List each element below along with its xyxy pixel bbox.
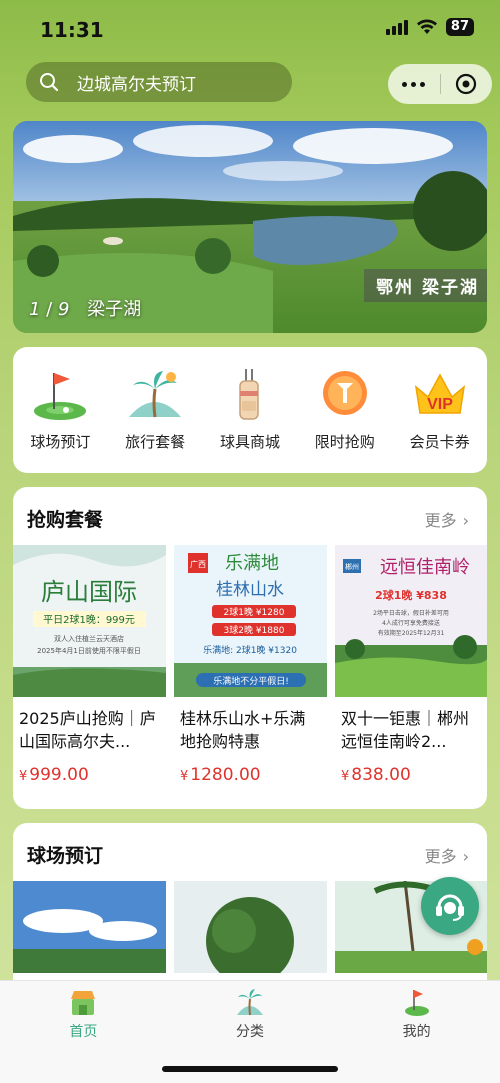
target-icon (456, 73, 477, 95)
status-icons: 87 (385, 18, 474, 36)
menu-item-travel-package[interactable]: 旅行套餐 (110, 367, 200, 452)
more-link[interactable]: 更多 › (425, 843, 469, 867)
image-line: 乐满地不分平假日! (213, 675, 289, 687)
tab-label: 分类 (235, 1024, 264, 1040)
product-image: 郴州 远恒佳南岭 2球1晚 ¥838 2场平日击球，假日补差可用 4人成行可享免… (335, 545, 487, 697)
menu-item-course-booking[interactable]: 球场预订 (15, 367, 105, 452)
product-price: ¥999.00 (19, 765, 160, 785)
currency-symbol: ¥ (341, 769, 350, 784)
golf-flag-icon (34, 373, 87, 420)
banner-total: 9 (57, 299, 70, 320)
price-value: 999.00 (29, 765, 89, 785)
product-title: 2025庐山抢购｜庐山国际高尔夫... (19, 709, 156, 751)
svg-text:VIP: VIP (427, 396, 453, 413)
image-badge: 广西 (190, 559, 206, 569)
product-card[interactable]: 庐山国际 平日2球1晚：999元 双人入住植兰云天酒店 2025年4月1日前使用… (13, 545, 166, 785)
image-line: 4人成行可享免费接送 (382, 619, 440, 627)
menu-item-equipment-mall[interactable]: 球具商城 (205, 367, 295, 452)
tab-profile[interactable]: 我的 (357, 987, 477, 1041)
search-icon (40, 73, 59, 92)
currency-symbol: ¥ (180, 769, 189, 784)
image-title: 乐满地 (225, 553, 279, 574)
palm-tree-icon (129, 371, 182, 418)
menu-label: 会员卡券 (409, 433, 470, 451)
more-label: 更多 (424, 847, 457, 866)
course-card[interactable] (13, 881, 166, 973)
tab-label: 我的 (402, 1024, 431, 1040)
image-offer: 乐满地: 2球1晚 ¥1320 (203, 644, 297, 656)
section-title: 抢购套餐 (27, 509, 104, 531)
banner-indicator: 1 / 9 梁子湖 (29, 299, 142, 320)
price-value: 1280.00 (190, 765, 261, 785)
more-label: 更多 (424, 511, 457, 530)
product-card[interactable]: 郴州 远恒佳南岭 2球1晚 ¥838 2场平日击球，假日补差可用 4人成行可享免… (335, 545, 487, 785)
battery-indicator: 87 (445, 18, 474, 36)
wifi-icon (416, 19, 437, 34)
golf-tee-icon (322, 371, 367, 415)
course-image (13, 881, 166, 973)
banner-carousel[interactable]: 1 / 9 梁子湖 鄂州 梁子湖 (13, 121, 487, 333)
image-line: 2025年4月1日前使用不限平假日 (37, 646, 141, 655)
product-title: 桂林乐山水+乐满地抢购特惠 (180, 709, 306, 751)
image-offer: 平日2球1晚：999元 (43, 613, 135, 626)
headset-icon (436, 894, 464, 921)
course-card[interactable] (174, 881, 327, 973)
menu-label: 旅行套餐 (125, 433, 186, 451)
section-header: 抢购套餐 更多 › (13, 487, 487, 545)
tab-label: 首页 (69, 1024, 98, 1040)
currency-symbol: ¥ (19, 769, 28, 784)
tab-home[interactable]: 首页 (23, 987, 143, 1041)
image-title: 远恒佳南岭 (380, 557, 470, 578)
section-header: 球场预订 更多 › (13, 823, 487, 881)
image-title: 庐山国际 (41, 578, 137, 606)
image-title: 桂林山水 (216, 580, 284, 600)
course-image (174, 881, 327, 973)
home-indicator (162, 1066, 338, 1072)
banner-caption: 梁子湖 (87, 299, 142, 320)
image-offer: 3球2晚 ¥1880 (224, 624, 285, 636)
golf-bag-icon (239, 369, 259, 420)
menu-item-member-card[interactable]: VIP 会员卡券 (395, 367, 485, 452)
product-card[interactable]: 广西 乐满地 桂林山水 2球1晚 ¥1280 3球2晚 ¥1880 乐满地: 2… (174, 545, 327, 785)
image-line: 2场平日击球，假日补差可用 (373, 609, 449, 617)
more-link[interactable]: 更多 › (425, 507, 469, 531)
category-palm-icon (236, 989, 263, 1016)
image-badge: 郴州 (345, 562, 359, 571)
menu-label: 球场预订 (30, 433, 91, 451)
image-line: 有效期至2025年12月31 (378, 629, 445, 637)
chevron-right-icon: › (462, 511, 469, 530)
quick-menu-card: 球场预订 旅行套餐 球具商城 限时抢购 VIP 会员卡券 (13, 347, 487, 473)
banner-current: 1 (29, 299, 41, 320)
chevron-right-icon: › (462, 847, 469, 866)
signal-icon (385, 19, 408, 35)
close-miniprogram-button[interactable] (440, 73, 492, 95)
search-bar[interactable]: 边城高尔夫预订 (26, 62, 292, 102)
customer-service-button[interactable] (421, 877, 479, 935)
banner-location-tag: 鄂州 梁子湖 (364, 269, 487, 302)
product-image: 庐山国际 平日2球1晚：999元 双人入住植兰云天酒店 2025年4月1日前使用… (13, 545, 166, 697)
image-offer: 2球1晚 ¥838 (375, 588, 447, 602)
status-time: 11:31 (40, 18, 104, 42)
status-bar: 11:31 87 (0, 0, 500, 60)
vip-crown-icon: VIP (414, 373, 465, 414)
product-price: ¥838.00 (341, 765, 482, 785)
more-menu-icon[interactable] (388, 81, 440, 87)
menu-label: 球具商城 (219, 433, 280, 451)
menu-label: 限时抢购 (314, 433, 375, 451)
miniprogram-capsule (388, 64, 492, 104)
image-line: 双人入住植兰云天酒店 (54, 634, 124, 643)
search-input[interactable]: 边城高尔夫预订 (77, 70, 196, 95)
tab-category[interactable]: 分类 (190, 987, 310, 1041)
product-title: 双十一钜惠｜郴州远恒佳南岭2... (341, 709, 470, 751)
image-offer: 2球1晚 ¥1280 (224, 606, 285, 618)
home-shop-icon (71, 991, 96, 1015)
section-title: 球场预订 (27, 845, 104, 867)
profile-golf-icon (404, 990, 429, 1016)
price-value: 838.00 (351, 765, 411, 785)
product-image: 广西 乐满地 桂林山水 2球1晚 ¥1280 3球2晚 ¥1880 乐满地: 2… (174, 545, 327, 697)
menu-item-flash-sale[interactable]: 限时抢购 (300, 367, 390, 452)
product-price: ¥1280.00 (180, 765, 321, 785)
flash-deals-card: 抢购套餐 更多 › 庐山国际 平日2球1晚：999元 双人入住植兰云天酒店 202… (13, 487, 487, 809)
